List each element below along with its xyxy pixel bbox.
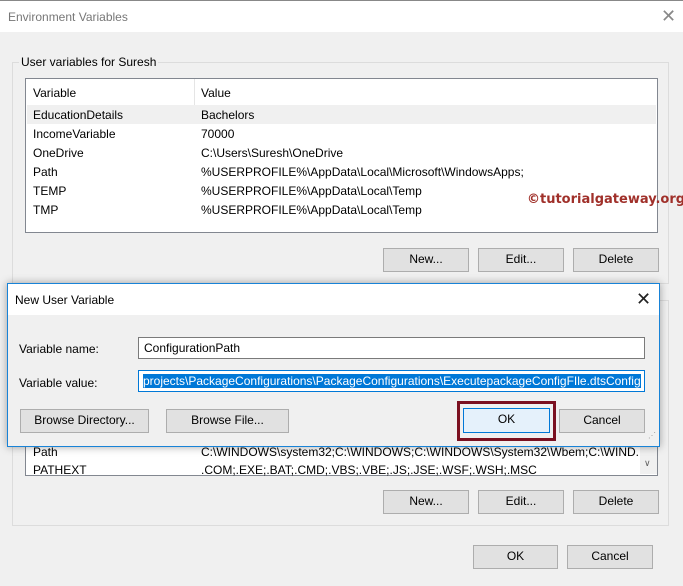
- user-delete-button[interactable]: Delete: [573, 248, 659, 272]
- row-name: IncomeVariable: [33, 127, 116, 141]
- user-new-button[interactable]: New...: [383, 248, 469, 272]
- close-icon[interactable]: ✕: [636, 290, 651, 308]
- close-icon[interactable]: ✕: [661, 7, 676, 25]
- variable-value-input[interactable]: projects\PackageConfigurations\PackageCo…: [138, 370, 645, 392]
- window-titlebar: Environment Variables ✕: [0, 0, 683, 32]
- row-value: C:\Users\Suresh\OneDrive: [201, 146, 344, 160]
- row-name: Path: [33, 165, 58, 179]
- row-value: %USERPROFILE%\AppData\Local\Microsoft\Wi…: [201, 165, 524, 179]
- table-row[interactable]: OneDrive C:\Users\Suresh\OneDrive: [27, 143, 656, 162]
- row-value: %USERPROFILE%\AppData\Local\Temp: [201, 184, 422, 198]
- dialog-title: New User Variable: [15, 293, 115, 307]
- table-row[interactable]: Path %USERPROFILE%\AppData\Local\Microsof…: [27, 162, 656, 181]
- browse-directory-button[interactable]: Browse Directory...: [20, 409, 149, 433]
- watermark: ©tutorialgateway.org: [527, 192, 683, 207]
- row-value: Bachelors: [201, 108, 255, 122]
- dialog-titlebar: New User Variable ✕: [8, 284, 659, 315]
- variable-name-input[interactable]: ConfigurationPath: [138, 337, 645, 359]
- system-edit-button[interactable]: Edit...: [478, 490, 564, 514]
- user-edit-button[interactable]: Edit...: [478, 248, 564, 272]
- new-user-variable-dialog: New User Variable ✕ Variable name: Confi…: [7, 283, 660, 447]
- user-variables-list[interactable]: Variable Value EducationDetails Bachelors…: [25, 78, 658, 233]
- table-row[interactable]: IncomeVariable 70000: [27, 124, 656, 143]
- row-value: 70000: [201, 127, 235, 141]
- row-value: %USERPROFILE%\AppData\Local\Temp: [201, 203, 422, 217]
- dialog-ok-button[interactable]: OK: [463, 408, 550, 433]
- browse-file-button[interactable]: Browse File...: [166, 409, 289, 433]
- user-variables-label: User variables for Suresh: [19, 55, 159, 69]
- system-delete-button[interactable]: Delete: [573, 490, 659, 514]
- system-new-button[interactable]: New...: [383, 490, 469, 514]
- dialog-cancel-button[interactable]: Cancel: [559, 409, 645, 433]
- resize-grip-icon[interactable]: ⋰: [648, 431, 656, 440]
- column-header-variable[interactable]: Variable: [33, 86, 76, 100]
- row-name: TEMP: [33, 184, 67, 198]
- row-name: Path: [33, 445, 58, 459]
- table-row[interactable]: EducationDetails Bachelors: [27, 105, 656, 124]
- row-value: C:\WINDOWS\system32;C:\WINDOWS;C:\WINDOW…: [201, 445, 646, 459]
- ok-button[interactable]: OK: [473, 545, 558, 569]
- variable-value-label: Variable value:: [19, 376, 98, 390]
- window-title: Environment Variables: [8, 10, 128, 24]
- row-name: TMP: [33, 203, 59, 217]
- chevron-down-icon[interactable]: ∨: [644, 458, 651, 469]
- column-header-value[interactable]: Value: [201, 86, 231, 100]
- row-name: PATHEXT: [33, 463, 87, 477]
- table-row[interactable]: PATHEXT .COM;.EXE;.BAT;.CMD;.VBS;.VBE;.JS…: [27, 460, 639, 479]
- row-name: OneDrive: [33, 146, 84, 160]
- list-header: Variable Value: [26, 79, 657, 105]
- cancel-button[interactable]: Cancel: [567, 545, 653, 569]
- row-name: EducationDetails: [33, 108, 124, 122]
- variable-name-label: Variable name:: [19, 342, 99, 356]
- row-value: .COM;.EXE;.BAT;.CMD;.VBS;.VBE;.JS;.JSE;.…: [201, 463, 537, 477]
- selected-text: projects\PackageConfigurations\PackageCo…: [143, 374, 641, 388]
